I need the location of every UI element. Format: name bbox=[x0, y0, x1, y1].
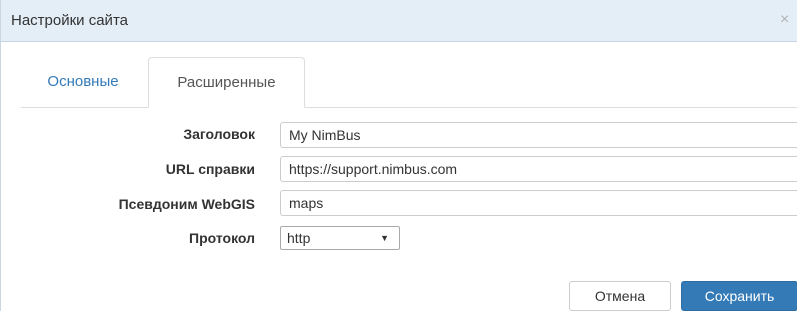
webgis-alias-field[interactable] bbox=[280, 190, 797, 216]
close-icon[interactable]: × bbox=[780, 12, 789, 28]
title-field[interactable] bbox=[280, 122, 797, 148]
webgis-alias-label: Псевдоним WebGIS bbox=[118, 196, 255, 212]
dialog-titlebar: Настройки сайта × bbox=[1, 0, 797, 42]
protocol-label: Протокол bbox=[189, 230, 255, 246]
title-label: Заголовок bbox=[183, 126, 255, 142]
site-settings-dialog: Настройки сайта × Основные Расширенные З… bbox=[0, 0, 797, 311]
help-url-label: URL справки bbox=[165, 161, 255, 177]
dialog-title: Настройки сайта bbox=[11, 12, 128, 29]
tab-advanced[interactable]: Расширенные bbox=[148, 57, 305, 108]
chevron-down-icon: ▼ bbox=[380, 233, 389, 243]
tab-basic[interactable]: Основные bbox=[21, 57, 145, 107]
tab-bar: Основные Расширенные bbox=[21, 57, 797, 108]
protocol-selected-value: http bbox=[287, 230, 311, 246]
cancel-button[interactable]: Отмена bbox=[569, 281, 671, 311]
help-url-field[interactable] bbox=[280, 156, 797, 182]
protocol-select[interactable]: http ▼ bbox=[280, 226, 400, 250]
save-button[interactable]: Сохранить bbox=[681, 281, 797, 311]
